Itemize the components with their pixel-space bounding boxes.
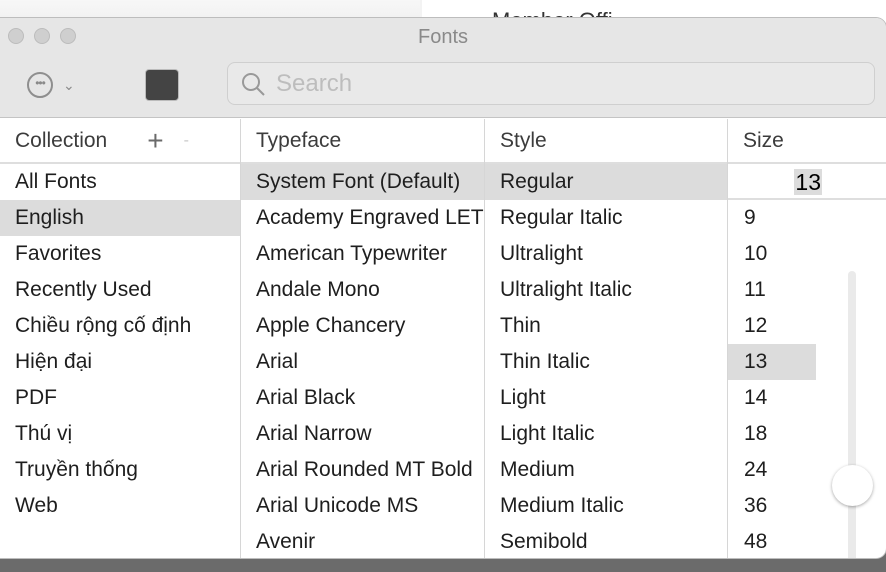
list-item[interactable]: 10 (728, 236, 816, 272)
size-slider-knob[interactable] (832, 465, 873, 506)
style-column: Style Regular Regular Italic Ultralight Ult… (485, 119, 727, 558)
list-item[interactable]: Thú vị (0, 416, 240, 452)
list-item[interactable]: Light Italic (485, 416, 727, 452)
list-item[interactable]: Medium (485, 452, 727, 488)
size-input[interactable]: 13 (728, 164, 886, 200)
ellipsis-circle-icon: ••• (27, 72, 53, 98)
chevron-down-icon: ⌄ (63, 76, 75, 93)
list-item[interactable]: Ultralight Italic (485, 272, 727, 308)
list-item[interactable]: Arial (241, 344, 484, 380)
list-item[interactable]: American Typewriter (241, 236, 484, 272)
list-item[interactable]: Web (0, 488, 240, 524)
size-header: Size (728, 119, 886, 164)
style-header: Style (485, 119, 727, 164)
list-item[interactable]: Truyền thống (0, 452, 240, 488)
list-item[interactable]: 11 (728, 272, 816, 308)
list-item[interactable]: 36 (728, 488, 816, 524)
list-item[interactable]: PDF (0, 380, 240, 416)
typeface-column: Typeface System Font (Default) Academy En… (241, 119, 484, 558)
list-item[interactable]: Academy Engraved LET (241, 200, 484, 236)
list-item[interactable]: Arial Unicode MS (241, 488, 484, 524)
list-item[interactable]: Regular (485, 164, 727, 200)
list-item[interactable]: Thin (485, 308, 727, 344)
list-item[interactable]: Regular Italic (485, 200, 727, 236)
list-item[interactable]: Recently Used (0, 272, 240, 308)
list-item[interactable]: 9 (728, 200, 816, 236)
list-item[interactable]: Ultralight (485, 236, 727, 272)
list-item[interactable]: All Fonts (0, 164, 240, 200)
search-field[interactable] (227, 62, 875, 105)
search-input[interactable] (276, 69, 836, 98)
list-item[interactable]: 12 (728, 308, 816, 344)
size-slider-track[interactable] (848, 271, 856, 558)
list-item[interactable]: Light (485, 380, 727, 416)
text-color-swatch[interactable] (145, 69, 179, 101)
title-bar: Fonts ••• ⌄ (0, 18, 886, 118)
list-item[interactable]: 48 (728, 524, 816, 558)
search-icon (242, 72, 265, 96)
add-collection-button[interactable]: + (147, 125, 163, 157)
list-item[interactable]: Arial Black (241, 380, 484, 416)
list-item[interactable]: 18 (728, 416, 816, 452)
list-item[interactable]: Favorites (0, 236, 240, 272)
list-item[interactable]: Medium Italic (485, 488, 727, 524)
fonts-window: Fonts ••• ⌄ Collection + - All FontsEngl… (0, 18, 886, 558)
collection-column: Collection + - All Fonts English Favorites… (0, 119, 240, 558)
actions-menu-button[interactable]: ••• ⌄ (27, 72, 75, 98)
size-column: Size 13 9 10 11 12 13 14 18 24 36 48 (728, 119, 886, 558)
collection-header-label: Collection (15, 128, 108, 152)
list-item[interactable]: Avenir (241, 524, 484, 558)
collection-header: Collection + - (0, 119, 240, 164)
list-item[interactable]: Chiều rộng cố định (0, 308, 240, 344)
list-item[interactable]: 14 (728, 380, 816, 416)
list-item[interactable]: Hiện đại (0, 344, 240, 380)
list-item[interactable]: Arial Narrow (241, 416, 484, 452)
list-item[interactable]: System Font (Default) (241, 164, 484, 200)
list-item[interactable]: 24 (728, 452, 816, 488)
window-title: Fonts (417, 26, 469, 48)
list-item[interactable]: English (0, 200, 240, 236)
list-item[interactable]: Andale Mono (241, 272, 484, 308)
list-item[interactable]: 13 (728, 344, 816, 380)
list-item[interactable]: Apple Chancery (241, 308, 484, 344)
size-value: 13 (794, 169, 822, 195)
list-item[interactable]: Arial Rounded MT Bold (241, 452, 484, 488)
remove-collection-button[interactable]: - (184, 132, 189, 150)
typeface-header: Typeface (241, 119, 484, 164)
list-item[interactable]: Semibold (485, 524, 727, 558)
list-item[interactable]: Thin Italic (485, 344, 727, 380)
